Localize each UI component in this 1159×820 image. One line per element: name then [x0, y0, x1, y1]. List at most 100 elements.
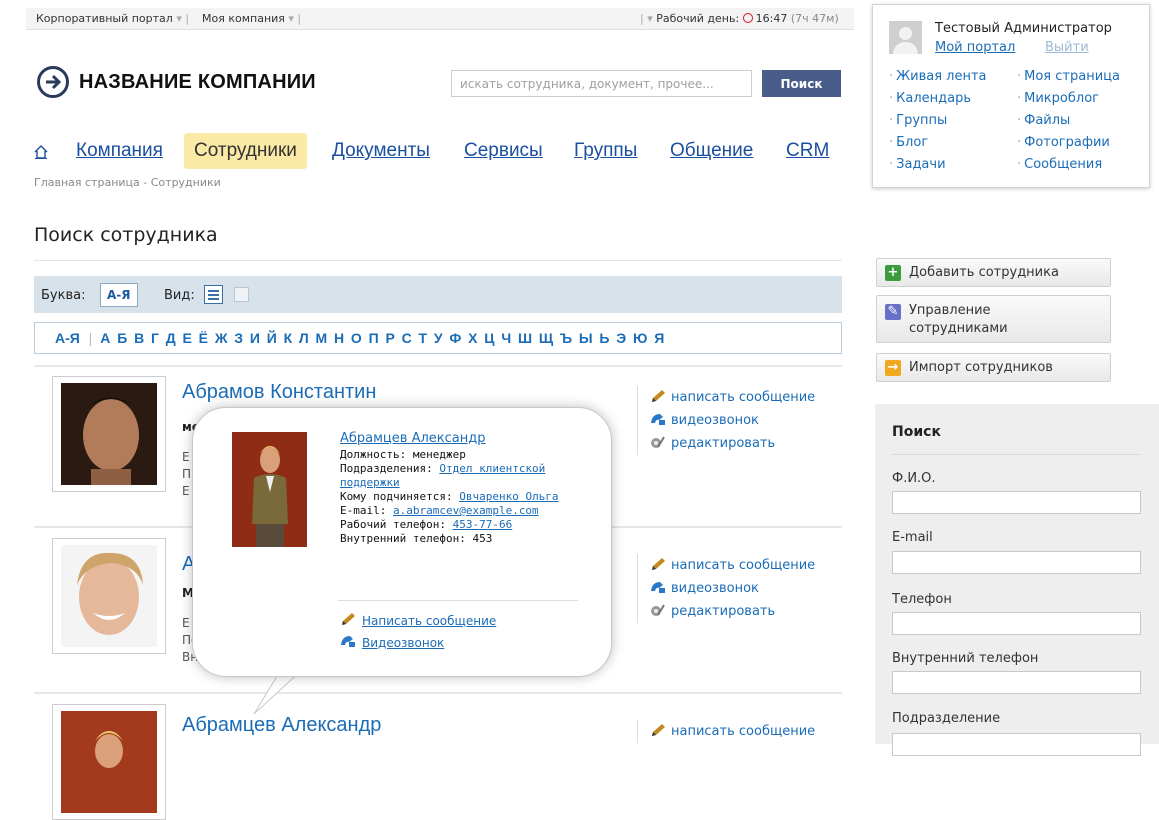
avatar[interactable]: [889, 21, 922, 54]
write-message-link[interactable]: написать сообщение: [650, 386, 837, 409]
alphabet-letter[interactable]: Ф: [449, 330, 461, 346]
search-input[interactable]: [451, 70, 752, 97]
alphabet-letter[interactable]: П: [369, 330, 379, 346]
alphabet-letter[interactable]: Л: [299, 330, 309, 346]
popup-video-call-link[interactable]: Видеозвонок: [340, 634, 444, 651]
email-input[interactable]: [892, 551, 1141, 574]
user-name: Тестовый Администратор: [935, 21, 1112, 36]
nav-documents[interactable]: Документы: [332, 133, 430, 169]
portal-menu[interactable]: Корпоративный портал ▾ |: [36, 12, 189, 25]
alphabet-letter[interactable]: Е: [183, 330, 192, 346]
nav-services[interactable]: Сервисы: [464, 133, 543, 169]
popup-email-link[interactable]: a.abramcev@example.com: [393, 504, 539, 517]
alphabet-letter[interactable]: Г: [151, 330, 159, 346]
alphabet-letter[interactable]: Ы: [579, 330, 593, 346]
edit-link[interactable]: редактировать: [650, 432, 837, 455]
alphabet-letter[interactable]: Ю: [633, 330, 647, 346]
alphabet-letter[interactable]: Ь: [599, 330, 609, 346]
nav-communication[interactable]: Общение: [670, 133, 753, 169]
alphabet-letter[interactable]: Ё: [199, 330, 208, 346]
alphabet-letter[interactable]: А: [100, 330, 110, 346]
popup-employee-name[interactable]: Абрамцев Александр: [340, 432, 590, 446]
add-employee-button[interactable]: + Добавить сотрудника: [876, 258, 1111, 287]
employee-photo-frame[interactable]: [52, 538, 166, 654]
popup-manager-link[interactable]: Овчаренко Ольга: [459, 490, 558, 503]
alphabet-letter[interactable]: Я: [654, 330, 664, 346]
alphabet-letter[interactable]: М: [316, 330, 328, 346]
video-call-link[interactable]: видеозвонок: [650, 577, 837, 600]
plus-icon: +: [885, 265, 901, 281]
phone-input[interactable]: [892, 612, 1141, 635]
search-button[interactable]: Поиск: [762, 70, 841, 97]
alphabet-letter[interactable]: Н: [334, 330, 344, 346]
grid-view-icon[interactable]: [234, 287, 249, 302]
employee-name[interactable]: Абрамов Константин: [182, 381, 376, 404]
alphabet-letter[interactable]: З: [234, 330, 243, 346]
logout-link[interactable]: Выйти: [1045, 40, 1089, 55]
import-employees-button[interactable]: → Импорт сотрудников: [876, 353, 1111, 382]
alphabet-letter[interactable]: Й: [267, 330, 277, 346]
my-portal-link[interactable]: Мой портал: [935, 40, 1015, 55]
nav-groups[interactable]: Группы: [574, 133, 637, 169]
alphabet-letter[interactable]: Э: [616, 330, 626, 346]
panel-link-groups[interactable]: Группы: [889, 113, 947, 128]
workday-label: Рабочий день:: [656, 12, 740, 25]
edit-link[interactable]: редактировать: [650, 600, 837, 623]
nav-crm[interactable]: CRM: [786, 133, 829, 169]
alphabet-letter[interactable]: У: [434, 330, 443, 346]
panel-link-my-page[interactable]: Моя страница: [1017, 69, 1120, 84]
panel-link-microblog[interactable]: Микроблог: [1017, 91, 1099, 106]
video-call-link[interactable]: видеозвонок: [650, 409, 837, 432]
internal-phone-input[interactable]: [892, 671, 1141, 694]
alphabet-letter[interactable]: Щ: [539, 330, 553, 346]
letter-filter-button[interactable]: А-Я: [100, 283, 138, 307]
panel-link-tasks[interactable]: Задачи: [889, 157, 945, 172]
company-menu[interactable]: Моя компания ▾ |: [202, 12, 301, 25]
employee-name[interactable]: Абрамцев Александр: [182, 714, 381, 737]
video-call-icon: [650, 412, 668, 430]
alphabet-letter[interactable]: Д: [166, 330, 176, 346]
panel-link-calendar[interactable]: Календарь: [889, 91, 971, 106]
alphabet-letter[interactable]: Ж: [215, 330, 228, 346]
panel-link-messages[interactable]: Сообщения: [1017, 157, 1102, 172]
alphabet-letter[interactable]: Х: [468, 330, 477, 346]
alphabet-letter[interactable]: Ц: [484, 330, 494, 346]
employee-photo-frame[interactable]: [52, 704, 166, 820]
write-message-link[interactable]: написать сообщение: [650, 554, 837, 577]
alphabet-letter[interactable]: С: [402, 330, 412, 346]
alphabet-letter[interactable]: Ъ: [560, 330, 572, 346]
workday-widget[interactable]: | ▾ Рабочий день: 16:47 (7ч 47м): [640, 12, 839, 25]
alphabet-letter[interactable]: Б: [117, 330, 127, 346]
nav-company[interactable]: Компания: [76, 133, 163, 169]
popup-work-phone-link[interactable]: 453-77-66: [453, 518, 513, 531]
alphabet-letter[interactable]: Т: [419, 330, 428, 346]
panel-link-files[interactable]: Файлы: [1017, 113, 1070, 128]
popup-write-message-link[interactable]: Написать сообщение: [340, 612, 496, 629]
alphabet-letter[interactable]: О: [351, 330, 362, 346]
employee-actions: написать сообщение видеозвонок редактиро…: [637, 386, 837, 455]
alphabet-letter[interactable]: В: [134, 330, 144, 346]
home-icon[interactable]: [34, 143, 48, 165]
nav-employees[interactable]: Сотрудники: [184, 133, 307, 169]
alphabet-letter[interactable]: К: [284, 330, 293, 346]
internal-phone-label: Внутренний телефон: [892, 651, 1039, 666]
manage-employees-button[interactable]: ✎ Управление сотрудниками: [876, 295, 1111, 343]
panel-link-photos[interactable]: Фотографии: [1017, 135, 1110, 150]
breadcrumb-home[interactable]: Главная страница: [34, 176, 140, 189]
wrench-icon: ✎: [885, 304, 901, 320]
manage-employees-label: сотрудниками: [909, 321, 1008, 336]
list-view-icon[interactable]: [204, 285, 223, 304]
alphabet-letter[interactable]: Ш: [518, 330, 532, 346]
alphabet-letter[interactable]: Р: [385, 330, 394, 346]
department-select[interactable]: [892, 733, 1141, 756]
alphabet-all[interactable]: А-Я: [55, 330, 80, 346]
panel-link-blog[interactable]: Блог: [889, 135, 928, 150]
panel-link-feed[interactable]: Живая лента: [889, 69, 986, 84]
user-panel: Тестовый Администратор Мой портал Выйти …: [872, 4, 1150, 188]
alphabet-letter[interactable]: И: [250, 330, 260, 346]
alphabet-letter[interactable]: Ч: [501, 330, 511, 346]
employee-photo-frame[interactable]: [52, 376, 166, 492]
company-logo[interactable]: НАЗВАНИЕ КОМПАНИИ: [37, 64, 316, 100]
import-arrow-icon: →: [885, 360, 901, 376]
fio-input[interactable]: [892, 491, 1141, 514]
